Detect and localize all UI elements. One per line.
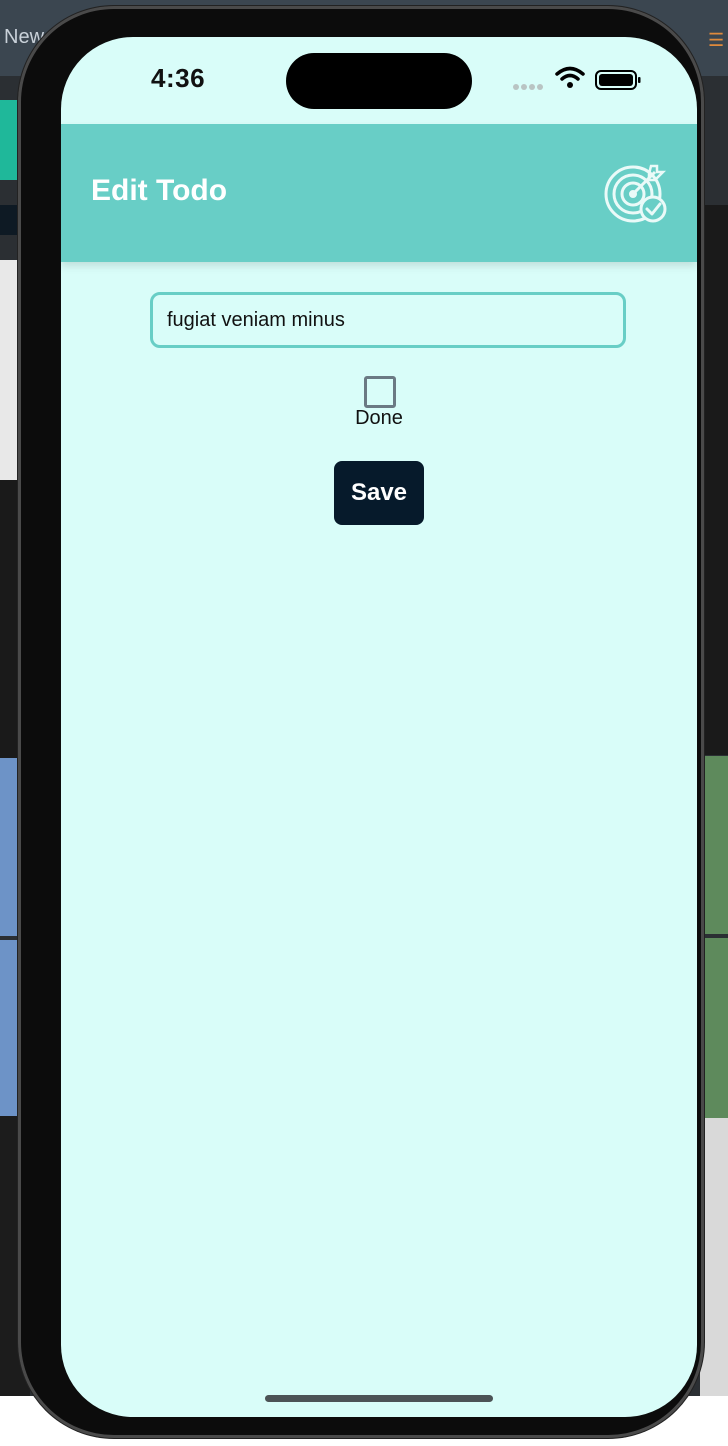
page-title: Edit Todo — [91, 174, 228, 207]
app-header: Edit Todo — [61, 124, 697, 262]
background-panel — [700, 756, 728, 934]
done-checkbox[interactable] — [364, 376, 396, 408]
phone-frame: 4:36 Edit Todo fugiat veniam minus Done … — [18, 6, 704, 1438]
save-button[interactable]: Save — [334, 461, 424, 525]
status-time: 4:36 — [151, 63, 206, 93]
home-indicator — [265, 1395, 493, 1402]
phone-screen: 4:36 Edit Todo fugiat veniam minus Done … — [61, 37, 697, 1417]
background-panel — [700, 1118, 728, 1398]
cellular-signal-icon — [513, 77, 545, 90]
todo-title-input[interactable] — [150, 292, 626, 348]
background-app-icon: ☰ — [708, 30, 725, 50]
target-check-icon — [604, 164, 667, 223]
done-label: Done — [355, 407, 403, 429]
wifi-icon — [555, 66, 585, 88]
status-bar: 4:36 — [61, 37, 697, 124]
battery-icon — [595, 70, 641, 90]
background-panel — [700, 938, 728, 1118]
dynamic-island — [286, 53, 472, 109]
